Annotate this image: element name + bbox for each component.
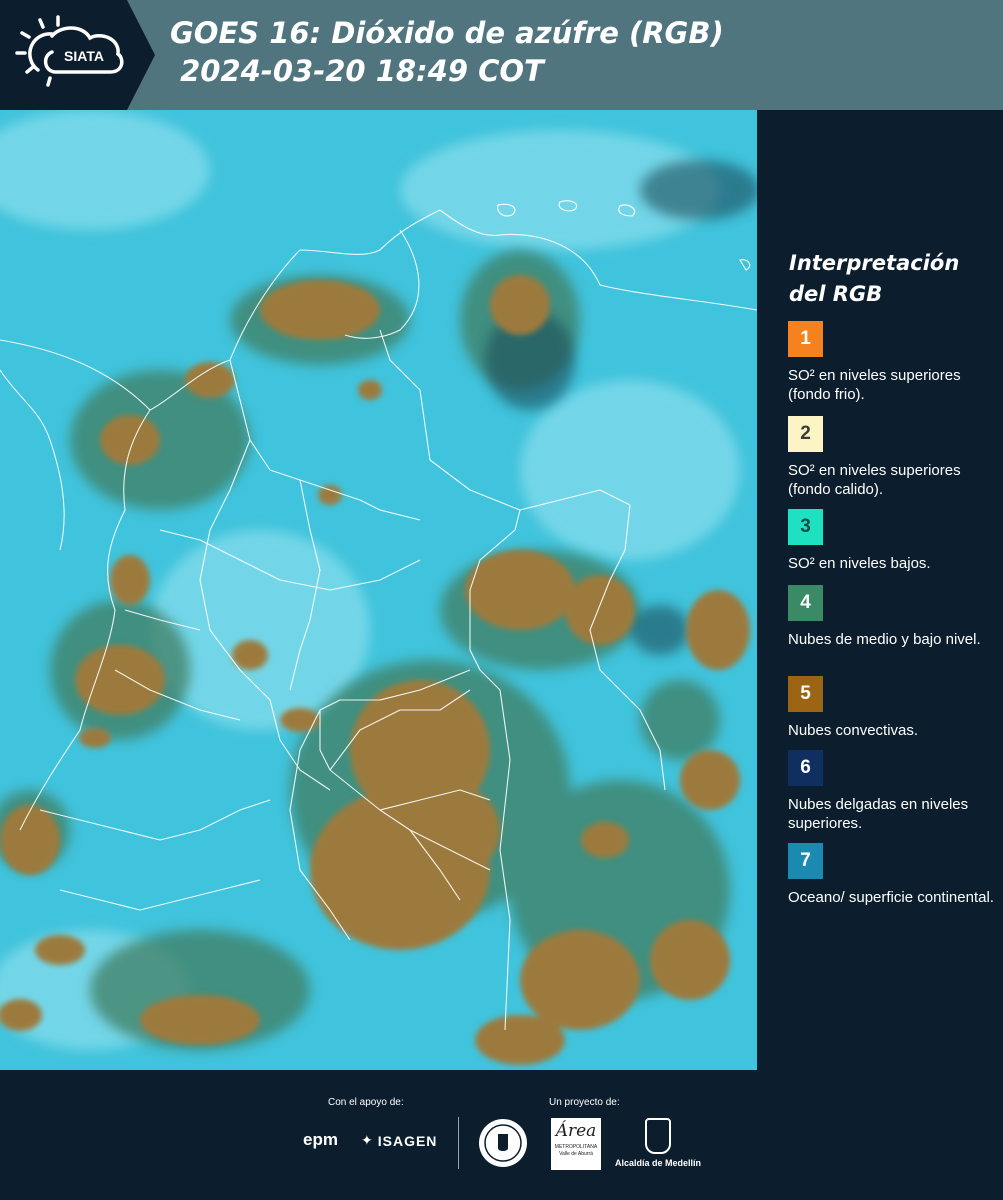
support-label: Con el apoyo de:: [328, 1097, 404, 1108]
alcaldia-name: Alcaldía de Medellín: [614, 1158, 702, 1168]
legend-swatch: 4: [788, 585, 823, 621]
legend-item-3: 3 SO² en niveles bajos.: [788, 509, 998, 573]
legend-item-label: Nubes convectivas.: [788, 722, 919, 739]
svg-text:SIATA: SIATA: [64, 48, 104, 64]
coat-of-arms-icon: [645, 1118, 671, 1154]
legend-swatch: 6: [788, 750, 823, 786]
sun-cloud-icon: SIATA: [0, 0, 155, 110]
legend-item-label: Oceano/ superficie continental.: [788, 889, 994, 906]
legend-swatch: 7: [788, 843, 823, 879]
footer: Con el apoyo de: Un proyecto de: epm ✦ I…: [0, 1070, 1003, 1200]
legend-item-6: 6 Nubes delgadas en niveles superiores.: [788, 750, 998, 833]
title-line-1: GOES 16: Dióxido de azúfre (RGB): [170, 16, 724, 50]
legend-item-label: SO² en niveles superiores (fondo calido)…: [788, 462, 961, 498]
project-label: Un proyecto de:: [549, 1097, 620, 1108]
legend-item-4: 4 Nubes de medio y bajo nivel.: [788, 585, 998, 649]
legend-item-2: 2 SO² en niveles superiores (fondo calid…: [788, 416, 998, 499]
area-logo-subtitle: METROPOLITANA Valle de Aburrá: [554, 1144, 598, 1157]
isagen-logo: ✦ ISAGEN: [361, 1132, 437, 1149]
legend-item-label: Nubes de medio y bajo nivel.: [788, 631, 981, 648]
isagen-name: ISAGEN: [377, 1132, 438, 1149]
legend-item-label: SO² en niveles bajos.: [788, 555, 931, 572]
seal-icon: [479, 1119, 527, 1167]
legend-item-label: SO² en niveles superiores (fondo frio).: [788, 367, 961, 403]
legend-title-line-1: Interpretación: [789, 251, 960, 275]
siata-logo: SIATA: [0, 0, 155, 110]
footer-divider: [458, 1117, 459, 1169]
satellite-map: [0, 110, 757, 1070]
legend-swatch: 5: [788, 676, 823, 712]
legend-item-7: 7 Oceano/ superficie continental.: [788, 843, 998, 907]
legend-swatch: 3: [788, 509, 823, 545]
header-bar: SIATA GOES 16: Dióxido de azúfre (RGB) 2…: [0, 0, 1003, 110]
area-metropolitana-logo: Área METROPOLITANA Valle de Aburrá: [551, 1118, 601, 1170]
alcaldia-logo: Alcaldía de Medellín: [612, 1118, 704, 1168]
legend-panel: Interpretación del RGB 1 SO² en niveles …: [760, 110, 1003, 1070]
isagen-mark-icon: ✦: [361, 1132, 374, 1148]
satellite-image: [0, 110, 757, 1065]
title-line-2: 2024-03-20 18:49 COT: [170, 54, 544, 88]
legend-item-5: 5 Nubes convectivas.: [788, 676, 998, 740]
legend-swatch: 2: [788, 416, 823, 452]
legend-title: Interpretación del RGB: [789, 248, 959, 310]
page-title: GOES 16: Dióxido de azúfre (RGB) 2024-03…: [170, 14, 724, 90]
epm-logo: epm: [303, 1130, 338, 1149]
area-logo-name: Área: [555, 1121, 597, 1141]
legend-title-line-2: del RGB: [789, 282, 883, 306]
legend-swatch: 1: [788, 321, 823, 357]
legend-item-label: Nubes delgadas en niveles superiores.: [788, 796, 969, 832]
legend-item-1: 1 SO² en niveles superiores (fondo frio)…: [788, 321, 998, 404]
